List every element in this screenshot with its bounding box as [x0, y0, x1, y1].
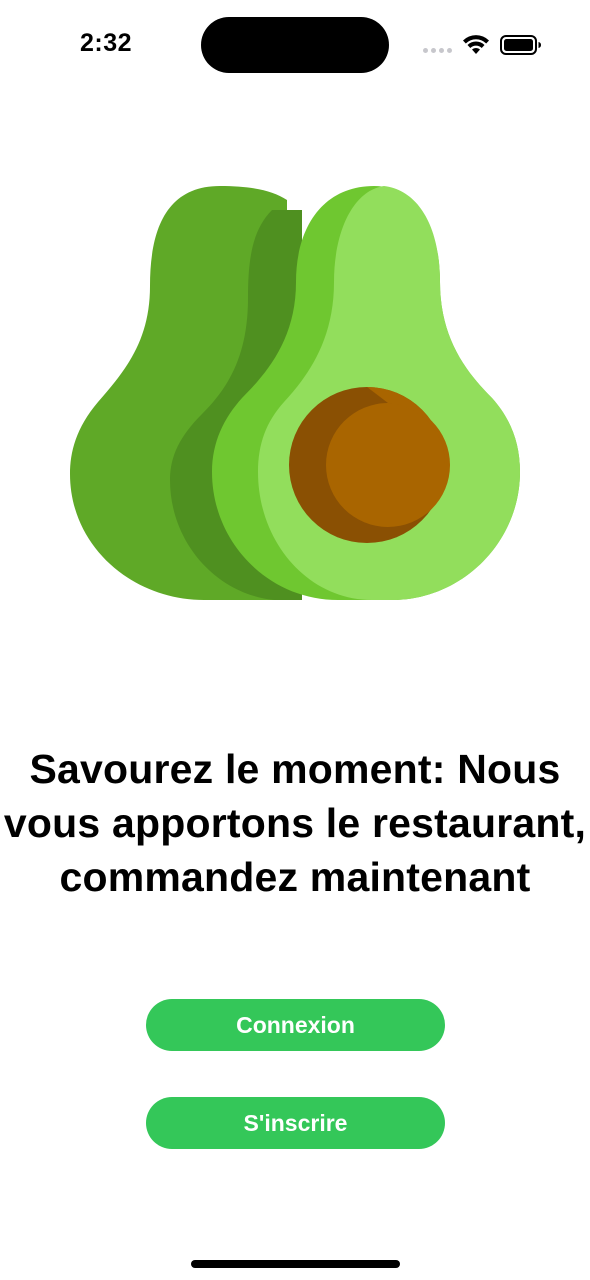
status-time: 2:32 — [80, 29, 133, 57]
dynamic-island — [201, 17, 389, 73]
status-icons — [420, 30, 550, 60]
login-button[interactable]: Connexion — [146, 999, 445, 1051]
cellular-signal-icon — [423, 48, 453, 54]
battery-icon — [500, 35, 541, 55]
avocado-illustration — [70, 186, 520, 600]
wifi-icon — [463, 35, 489, 54]
home-indicator[interactable] — [191, 1260, 400, 1268]
headline: Savourez le moment: Nous vous apportons … — [3, 746, 587, 900]
status-bar: 2:32 — [0, 0, 590, 90]
signup-button[interactable]: S'inscrire — [146, 1097, 445, 1149]
